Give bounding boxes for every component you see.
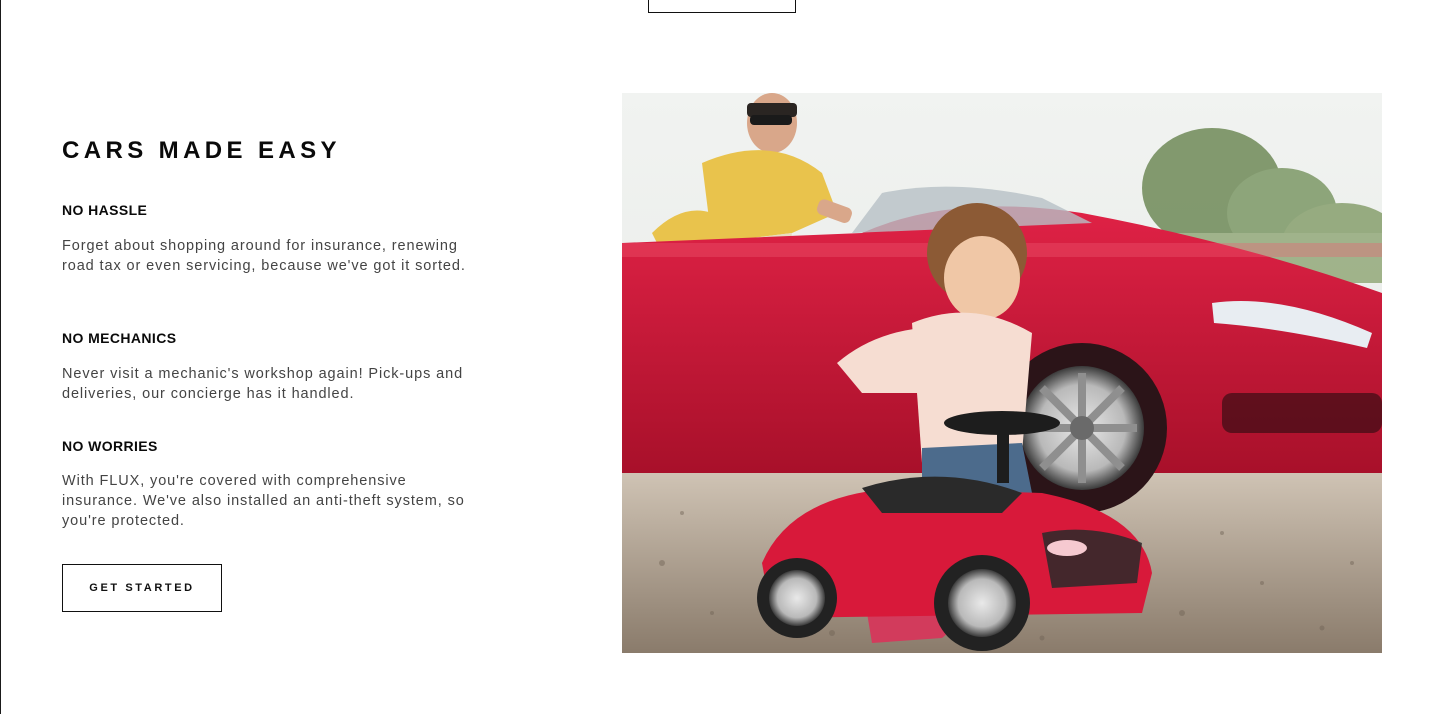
previous-section-button[interactable] [648,0,796,13]
photo-illustration [622,93,1382,653]
feature-heading-no-worries: NO WORRIES [62,438,158,454]
feature-text-no-hassle: Forget about shopping around for insuran… [62,238,466,274]
feature-text-no-worries: With FLUX, you're covered with comprehen… [62,473,465,529]
section-title: CARS MADE EASY [62,137,341,164]
feature-text-no-mechanics: Never visit a mechanic's workshop again!… [62,366,464,402]
page: CARS MADE EASY NO HASSLE Forget about sh… [0,0,1440,714]
feature-heading-no-hassle: NO HASSLE [62,202,148,218]
get-started-button[interactable]: GET STARTED [62,564,222,612]
hero-photo [622,93,1382,653]
feature-heading-no-mechanics: NO MECHANICS [62,330,177,346]
